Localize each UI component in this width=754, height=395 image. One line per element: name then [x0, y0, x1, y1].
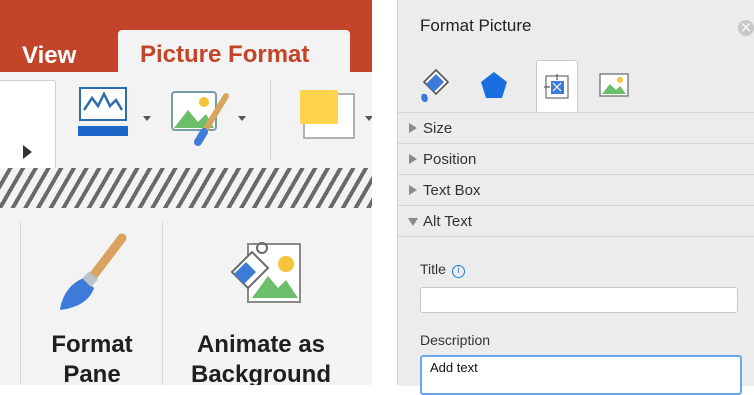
- ribbon-collapsed-gallery: [0, 168, 372, 208]
- pane-sections: Size Position Text Box Alt Text: [398, 112, 754, 236]
- collapse-arrow-icon: [408, 218, 418, 226]
- tab-picture-format-label: Picture Format: [140, 41, 310, 68]
- ribbon-separator: [270, 80, 271, 160]
- pane-title: Format Picture: [420, 16, 532, 35]
- animate-background-label-line2: Background: [190, 361, 331, 385]
- ribbon-separator-mid: [162, 222, 163, 385]
- ribbon-tab-bar: View Picture Format: [0, 0, 372, 74]
- alt-text-body: Title i Description: [398, 236, 754, 395]
- section-position[interactable]: Position: [398, 143, 754, 174]
- ribbon-large-buttons: Format Pane Animate as Background: [0, 208, 372, 385]
- title-input[interactable]: [420, 287, 738, 313]
- tab-fill-line[interactable]: [414, 64, 454, 108]
- section-size-label: Size: [423, 120, 453, 137]
- tab-view[interactable]: View: [22, 42, 76, 70]
- info-icon[interactable]: i: [451, 265, 465, 278]
- animate-as-background-button[interactable]: Animate as Background: [166, 222, 356, 385]
- picture-color-swatch-icon[interactable]: [296, 84, 356, 144]
- section-alt-text[interactable]: Alt Text: [398, 205, 754, 236]
- tab-effects[interactable]: [474, 64, 514, 108]
- gallery-scroll-box[interactable]: [0, 80, 56, 172]
- section-position-label: Position: [423, 151, 477, 168]
- format-picture-pane: Format Picture Size: [397, 0, 754, 395]
- section-text-box-label: Text Box: [423, 182, 481, 199]
- picture-border-icon[interactable]: [74, 84, 136, 140]
- animate-background-icon: [230, 242, 301, 303]
- tab-picture-format[interactable]: Picture Format: [118, 30, 350, 74]
- fill-line-icon: [421, 68, 450, 102]
- picture-border-dropdown-icon[interactable]: [143, 116, 151, 121]
- picture-icon: [599, 73, 629, 97]
- picture-effects-dropdown-icon[interactable]: [238, 116, 246, 121]
- picture-effects-icon[interactable]: [168, 84, 234, 150]
- ribbon-separator-left: [20, 222, 21, 385]
- section-text-box[interactable]: Text Box: [398, 174, 754, 205]
- paintbrush-icon: [60, 233, 127, 310]
- format-pane-label-line2: Pane: [63, 361, 121, 385]
- ribbon-tools-row: [0, 72, 372, 172]
- format-pane-button[interactable]: Format Pane: [24, 222, 160, 385]
- ribbon: View Picture Format Format Pane Animate …: [0, 0, 372, 385]
- format-pane-label-line1: Format: [51, 331, 133, 358]
- color-swatch-dropdown-icon[interactable]: [365, 116, 372, 121]
- description-field-label: Description: [420, 332, 491, 348]
- gallery-expand-icon[interactable]: [23, 145, 32, 159]
- expand-arrow-icon: [409, 185, 417, 195]
- animate-background-label-line1: Animate as: [196, 331, 326, 358]
- expand-arrow-icon: [409, 123, 417, 133]
- title-field-label: Title i: [420, 261, 465, 278]
- section-size[interactable]: Size: [398, 112, 754, 143]
- description-input[interactable]: [420, 355, 742, 395]
- size-properties-icon: [544, 74, 569, 99]
- close-icon[interactable]: [738, 18, 754, 36]
- section-alt-text-label: Alt Text: [423, 213, 472, 230]
- title-label-text: Title: [420, 261, 446, 277]
- tab-size-properties[interactable]: [536, 60, 578, 113]
- effects-pentagon-icon: [481, 72, 507, 98]
- tab-picture[interactable]: [594, 64, 634, 108]
- expand-arrow-icon: [409, 154, 417, 164]
